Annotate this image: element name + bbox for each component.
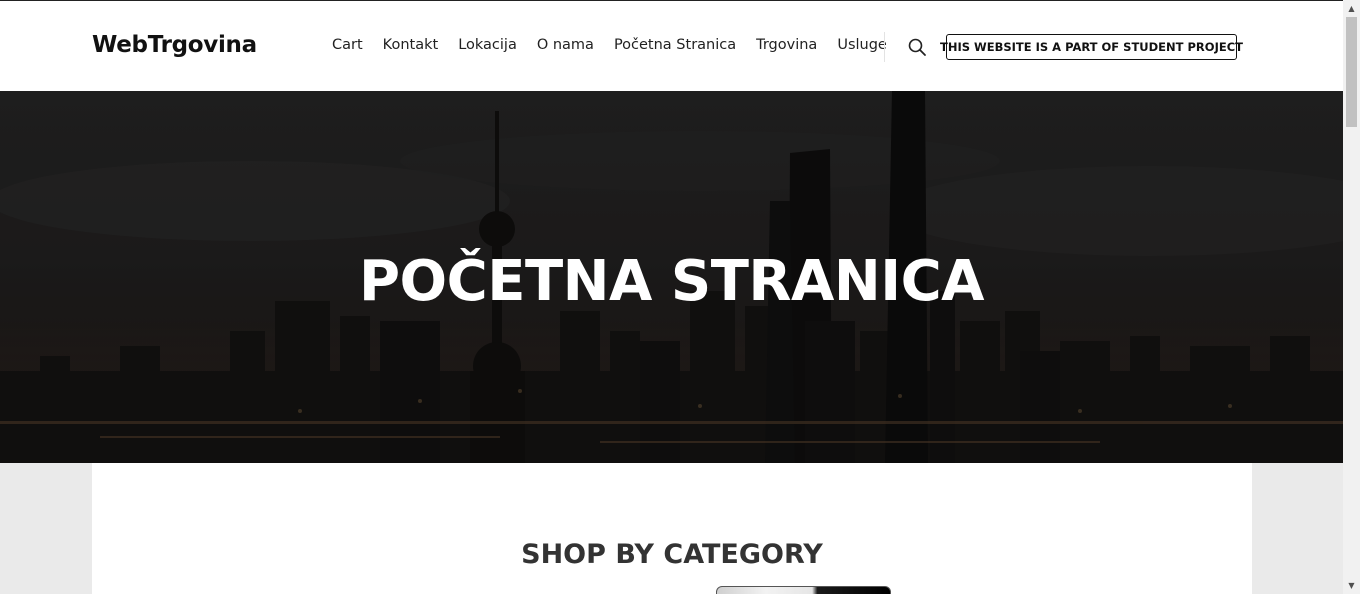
nav-item-o-nama[interactable]: O nama (537, 37, 594, 53)
site-header: WebTrgovina Cart Kontakt Lokacija O nama… (0, 0, 1343, 91)
student-project-button[interactable]: THIS WEBSITE IS A PART OF STUDENT PROJEC… (940, 34, 1243, 60)
nav-item-trgovina[interactable]: Trgovina (756, 37, 817, 53)
hero-title: POČETNA STRANICA (358, 249, 985, 314)
content-panel: SHOP BY CATEGORY (92, 463, 1252, 594)
hero-banner: POČETNA STRANICA (0, 91, 1343, 463)
nav-item-cart[interactable]: Cart (332, 37, 363, 53)
category-image[interactable] (716, 586, 891, 594)
scroll-thumb[interactable] (1346, 17, 1357, 127)
nav-item-kontakt[interactable]: Kontakt (383, 37, 439, 53)
section-title: SHOP BY CATEGORY (521, 539, 823, 570)
vertical-scrollbar[interactable]: ▲ ▼ (1343, 0, 1360, 594)
nav-item-lokacija[interactable]: Lokacija (458, 37, 517, 53)
site-logo[interactable]: WebTrgovina (92, 32, 257, 58)
scroll-down-icon[interactable]: ▼ (1343, 577, 1360, 594)
nav-item-usluge[interactable]: Usluge (837, 37, 887, 53)
scroll-up-icon[interactable]: ▲ (1343, 0, 1360, 17)
browser-viewport: WebTrgovina Cart Kontakt Lokacija O nama… (0, 0, 1343, 594)
header-divider (884, 32, 885, 62)
search-icon[interactable] (907, 37, 927, 57)
main-nav: Cart Kontakt Lokacija O nama Početna Str… (322, 37, 897, 53)
nav-item-pocetna-stranica[interactable]: Početna Stranica (614, 37, 736, 53)
